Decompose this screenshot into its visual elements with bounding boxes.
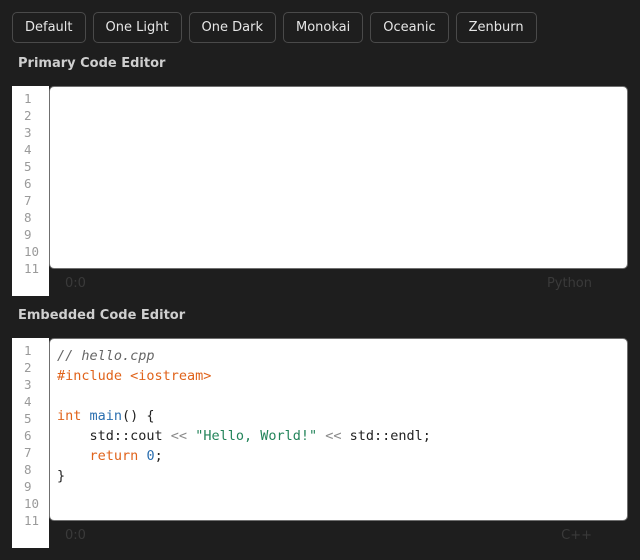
primary-line-number: 10 [24, 244, 40, 259]
embedded-line-number: 9 [24, 479, 32, 494]
primary-editor-title: Primary Code Editor [18, 56, 166, 71]
primary-code-input[interactable] [49, 86, 628, 269]
embedded-editor-title: Embedded Code Editor [18, 308, 186, 323]
embedded-line-number: 10 [24, 496, 40, 511]
code-token: int [57, 408, 82, 424]
primary-line-number: 5 [24, 159, 32, 174]
primary-line-number: 4 [24, 142, 32, 157]
embedded-line-number: 8 [24, 462, 32, 477]
code-token: () { [122, 408, 155, 424]
code-line: int main() { [57, 406, 627, 426]
primary-line-number: 11 [24, 261, 40, 276]
theme-button-oceanic[interactable]: Oceanic [370, 12, 449, 43]
code-token: std::endl; [341, 428, 431, 444]
primary-line-number: 3 [24, 125, 32, 140]
code-token: #include <iostream> [57, 368, 212, 384]
embedded-line-number: 5 [24, 411, 32, 426]
theme-button-zenburn[interactable]: Zenburn [455, 12, 537, 43]
primary-line-number: 6 [24, 176, 32, 191]
embedded-line-number: 6 [24, 428, 32, 443]
embedded-language-label: C++ [561, 527, 592, 543]
primary-line-gutter: 1 2 3 4 5 6 7 8 9 10 11 [12, 86, 49, 296]
embedded-line-number: 4 [24, 394, 32, 409]
primary-cursor-position: 0:0 [65, 275, 86, 291]
primary-line-number: 9 [24, 227, 32, 242]
code-token: << [170, 428, 188, 444]
primary-language-label: Python [546, 275, 592, 291]
code-line: std::cout << "Hello, World!" << std::end… [57, 426, 627, 446]
theme-button-one-light[interactable]: One Light [92, 12, 182, 43]
code-token: 0 [146, 448, 155, 464]
embedded-line-number: 1 [24, 343, 32, 358]
embedded-line-number: 11 [24, 513, 40, 528]
embedded-line-number: 3 [24, 377, 32, 392]
embedded-cursor-position: 0:0 [65, 527, 86, 543]
code-token: } [57, 468, 66, 484]
theme-button-default[interactable]: Default [12, 12, 86, 43]
code-line: #include <iostream> [57, 366, 627, 386]
code-token: "Hello, World!" [195, 428, 318, 444]
embedded-line-number: 2 [24, 360, 32, 375]
embedded-line-gutter: 1 2 3 4 5 6 7 8 9 10 11 [12, 338, 49, 548]
code-token: ; [154, 448, 163, 464]
theme-button-monokai[interactable]: Monokai [283, 12, 364, 43]
app-root: Default One Light One Dark Monokai Ocean… [0, 0, 640, 560]
code-line: } [57, 466, 627, 486]
primary-line-number: 1 [24, 91, 32, 106]
code-line: return 0; [57, 446, 627, 466]
theme-button-one-dark[interactable]: One Dark [188, 12, 276, 43]
code-token: << [325, 428, 342, 444]
theme-toolbar: Default One Light One Dark Monokai Ocean… [12, 12, 537, 43]
code-token: main [89, 408, 123, 424]
code-token: return [89, 448, 139, 464]
primary-line-number: 2 [24, 108, 32, 123]
primary-line-number: 7 [24, 193, 32, 208]
code-token: std::cout [57, 428, 171, 444]
embedded-status-bar: 0:0 C++ [49, 525, 628, 545]
primary-line-number: 8 [24, 210, 32, 225]
embedded-line-number: 7 [24, 445, 32, 460]
embedded-code-input[interactable]: // hello.cpp #include <iostream> int main(… [49, 338, 628, 521]
code-token: // hello.cpp [57, 348, 155, 364]
embedded-code-editor: 1 2 3 4 5 6 7 8 9 10 11 // hello.cpp #include <iost… [12, 338, 628, 548]
code-line: // hello.cpp [57, 346, 627, 366]
primary-status-bar: 0:0 Python [49, 273, 628, 293]
primary-code-editor: 1 2 3 4 5 6 7 8 9 10 11 0:0 Python [12, 86, 628, 296]
